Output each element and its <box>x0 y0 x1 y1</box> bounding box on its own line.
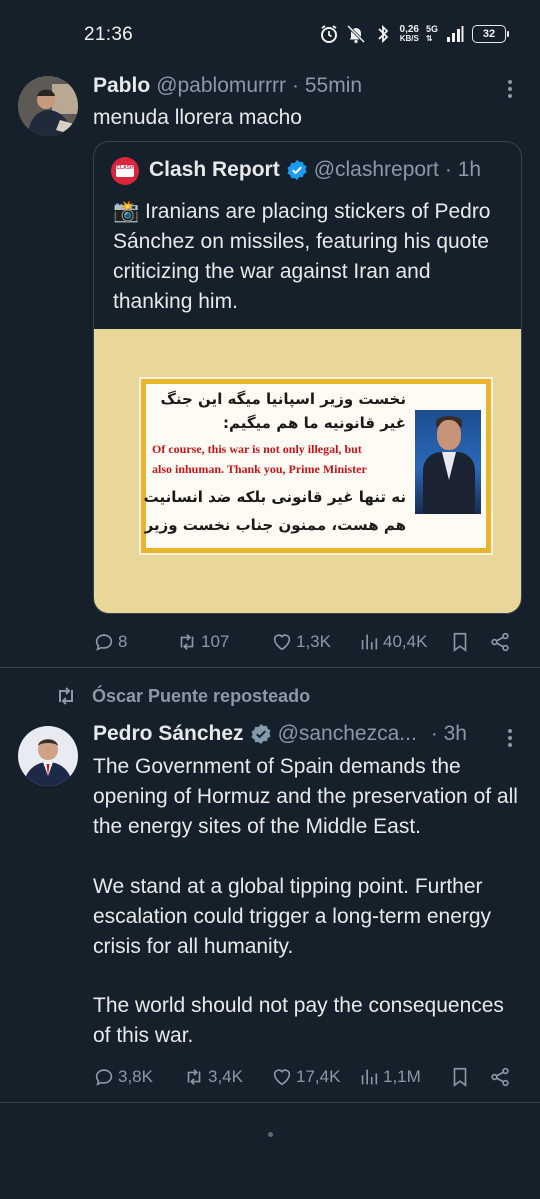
tweet-time[interactable]: · 55min <box>292 74 362 98</box>
divider <box>0 1102 540 1103</box>
views-icon <box>361 1069 378 1085</box>
bluetooth-icon <box>373 24 393 44</box>
heart-icon <box>273 634 291 651</box>
tweet2-actions: 3,8K 3,4K 17,4K 1,1M <box>93 1062 522 1092</box>
status-bar: 21:36 0,26 KB/S 5G ⇅ 32 <box>0 0 540 66</box>
repost-icon <box>180 634 194 650</box>
status-time: 21:36 <box>84 24 134 45</box>
like-button[interactable]: 1,3K <box>271 627 331 657</box>
author-name[interactable]: Pablo <box>93 74 150 98</box>
avatar-pedro-sanchez[interactable] <box>18 726 78 786</box>
reply-icon <box>95 1069 113 1086</box>
sanchez-photo <box>415 410 481 514</box>
bookmark-button[interactable] <box>449 1062 471 1092</box>
repost-icon <box>59 687 73 705</box>
alarm-icon <box>319 24 339 44</box>
verified-badge-icon <box>286 159 308 181</box>
views-icon <box>361 634 378 650</box>
verified-badge-icon <box>250 723 272 745</box>
tweet2-header: Pedro Sánchez @sanchezca... · 3h <box>93 722 493 746</box>
tweet-paragraph-1: The Government of Spain demands the open… <box>93 755 518 838</box>
battery-icon: 32 <box>472 25 509 43</box>
sticker: نخست وزیر اسپانیا میگه این جنگ غیر قانون… <box>141 379 491 553</box>
tweet-paragraph-3: The world should not pay the consequence… <box>93 994 504 1047</box>
share-button[interactable] <box>489 627 511 657</box>
signal-icon <box>445 24 465 44</box>
network-type: 5G ⇅ <box>425 24 438 44</box>
quote-author-handle: @clashreport <box>313 158 439 181</box>
like-button[interactable]: 17,4K <box>271 1062 340 1092</box>
author-handle[interactable]: @pablomurrrr <box>156 74 286 98</box>
heart-icon <box>273 1069 291 1086</box>
reply-icon <box>95 634 113 651</box>
share-button[interactable] <box>489 1062 511 1092</box>
repost-indicator[interactable]: Óscar Puente reposteado <box>54 684 310 708</box>
avatar-pablo[interactable] <box>18 76 78 136</box>
views-button[interactable]: 40,4K <box>358 627 427 657</box>
repost-icon <box>187 1069 201 1085</box>
tweet1-actions: 8 107 1,3K 40,4K <box>93 627 522 657</box>
mute-icon <box>346 24 366 44</box>
quote-text: 📸 Iranians are placing stickers of Pedro… <box>113 200 491 313</box>
reply-button[interactable]: 3,8K <box>93 1062 153 1092</box>
quote-time: · 1h <box>444 158 482 181</box>
loading-indicator <box>268 1132 273 1137</box>
author-name[interactable]: Pedro Sánchez <box>93 722 244 746</box>
quote-author-name: Clash Report <box>149 158 280 181</box>
quote-image[interactable]: نخست وزیر اسپانیا میگه این جنگ غیر قانون… <box>94 329 521 613</box>
bookmark-icon <box>453 1067 467 1087</box>
reply-button[interactable]: 8 <box>93 627 127 657</box>
repost-label: Óscar Puente reposteado <box>92 685 311 706</box>
tweet-time[interactable]: · 3h <box>431 722 467 746</box>
more-options-icon[interactable] <box>500 725 520 751</box>
quoted-tweet[interactable]: CLASH Clash Report @clashreport · 1h 📸 I… <box>93 141 522 614</box>
share-icon <box>491 632 509 652</box>
bookmark-button[interactable] <box>449 627 471 657</box>
author-handle[interactable]: @sanchezca... <box>278 722 417 746</box>
tweet-paragraph-2: We stand at a global tipping point. Furt… <box>93 875 492 958</box>
more-options-icon[interactable] <box>500 76 520 102</box>
repost-button[interactable]: 107 <box>176 627 229 657</box>
repost-button[interactable]: 3,4K <box>183 1062 243 1092</box>
share-icon <box>491 1067 509 1087</box>
clash-report-logo: CLASH <box>111 157 139 185</box>
divider <box>0 667 540 668</box>
network-speed: 0,26 KB/S <box>399 24 419 44</box>
tweet-text: menuda llorera macho <box>93 106 302 129</box>
bookmark-icon <box>453 632 467 652</box>
tweet1-header: Pablo @pablomurrrr · 55min <box>93 74 362 98</box>
views-button[interactable]: 1,1M <box>358 1062 421 1092</box>
